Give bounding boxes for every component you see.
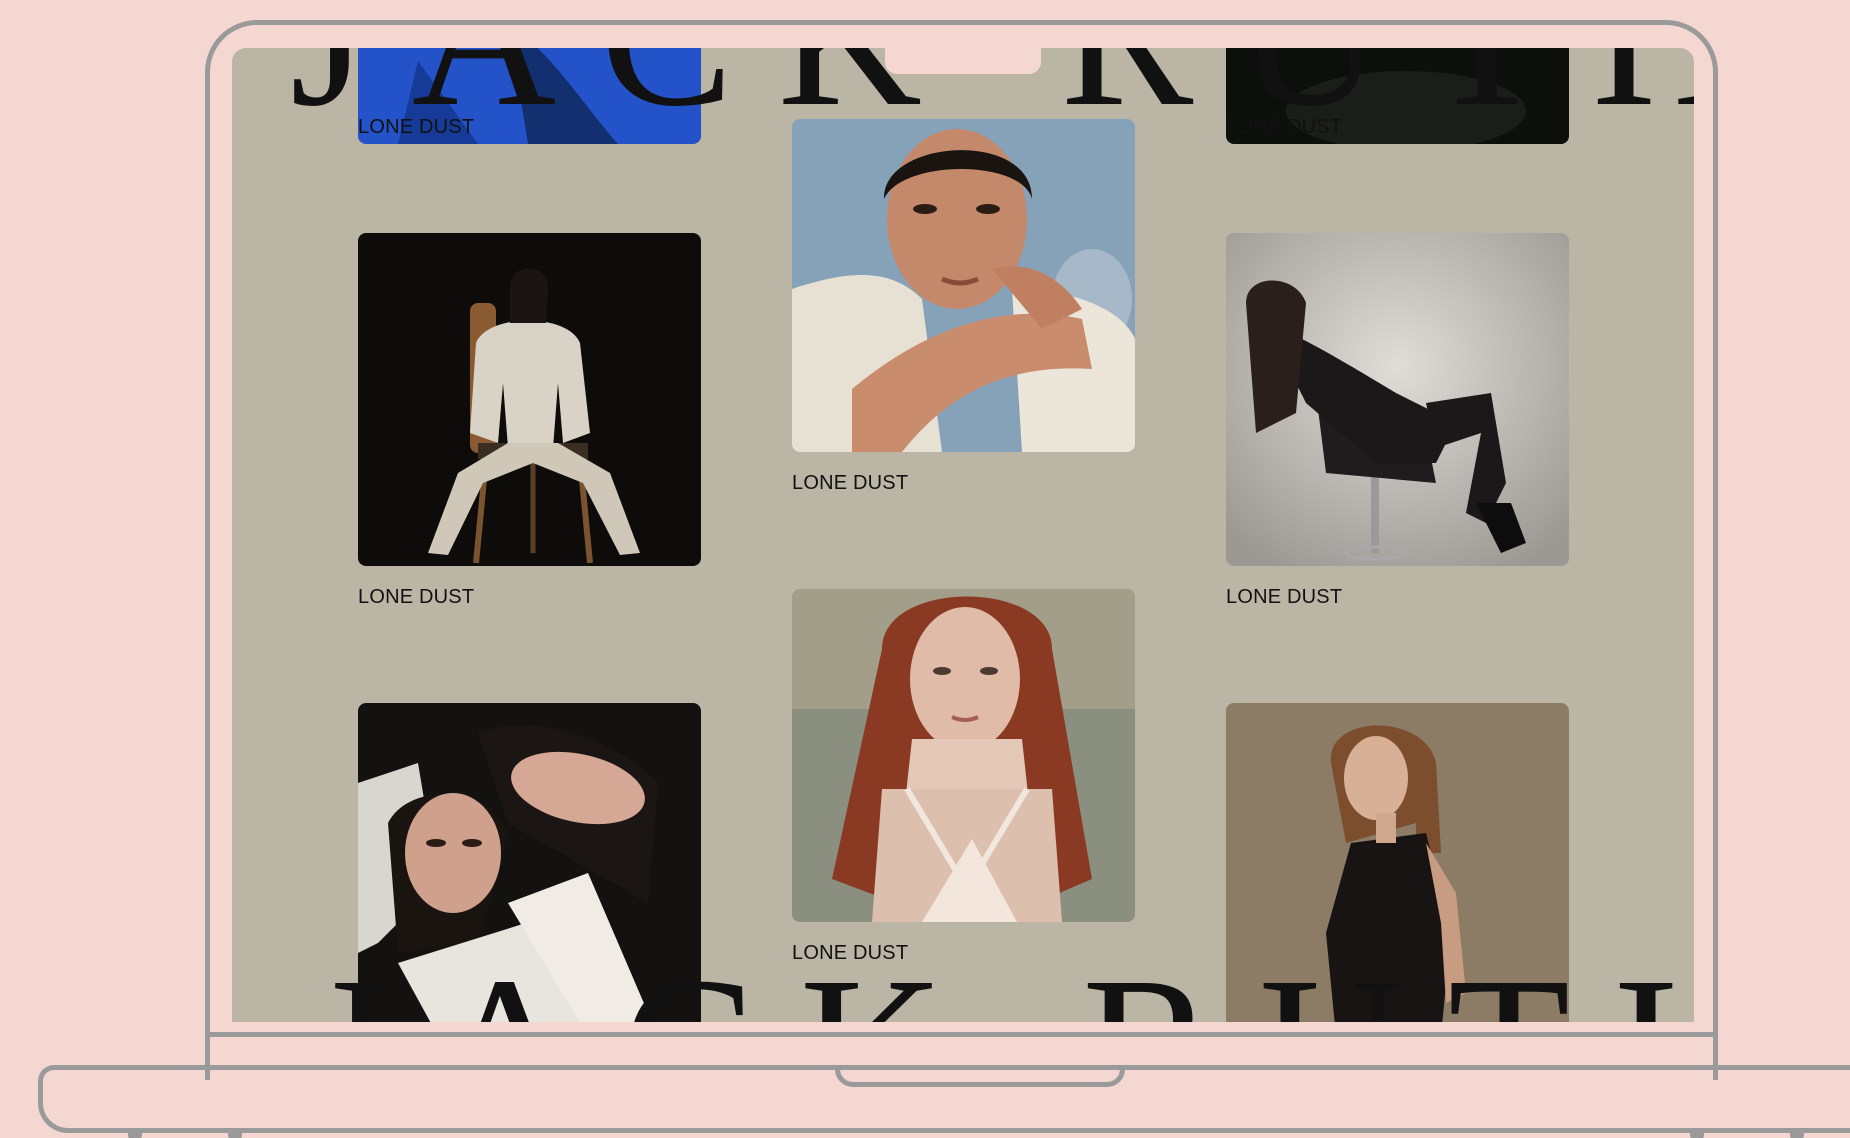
website-screen: JACK RUTHLESS LONE DUST LONE DUST <box>232 48 1694 1022</box>
gallery-item-photo[interactable] <box>792 119 1135 452</box>
camera-notch <box>885 48 1041 74</box>
laptop-hinge <box>210 1032 1713 1037</box>
laptop-foot <box>128 1130 142 1138</box>
laptop-base-notch <box>835 1065 1125 1087</box>
gallery-caption: LONE DUST <box>358 586 475 608</box>
gallery-item-photo[interactable] <box>1226 233 1569 566</box>
gallery-caption: LONE DUST <box>792 472 909 494</box>
gallery-item-photo[interactable] <box>358 233 701 566</box>
redhead-woman-photo <box>792 589 1135 922</box>
woman-hand-chin-photo <box>792 119 1135 452</box>
laptop-foot <box>228 1130 242 1138</box>
gallery-caption: LONE DUST <box>1226 116 1343 138</box>
laptop-foot <box>1690 1130 1704 1138</box>
gallery-caption: LONE DUST <box>358 116 475 138</box>
woman-reclining-stool-photo <box>1226 233 1569 566</box>
gallery-caption: LONE DUST <box>1226 586 1343 608</box>
seated-woman-chair-photo <box>358 233 701 566</box>
laptop-foot <box>1790 1130 1804 1138</box>
gallery-item-photo[interactable] <box>792 589 1135 922</box>
site-title-bottom: JACK RUTHLESS <box>312 948 1694 1023</box>
